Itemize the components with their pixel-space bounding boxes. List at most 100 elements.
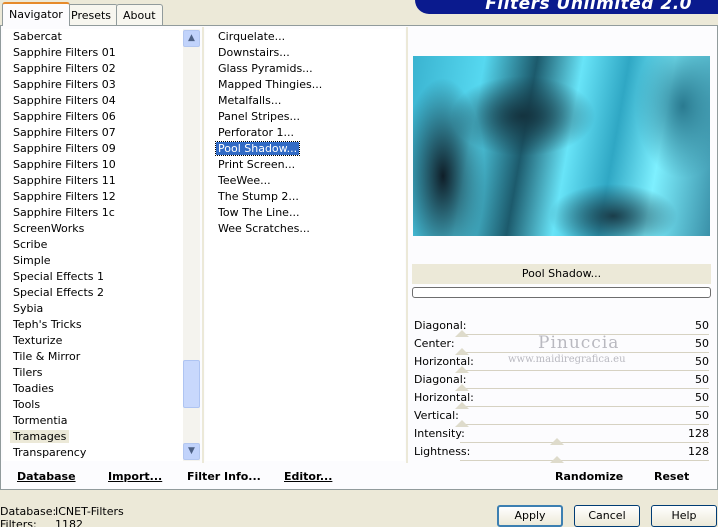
category-item-label: Special Effects 1 [13, 270, 105, 283]
category-item[interactable]: Sapphire Filters 10 [3, 157, 183, 173]
apply-button[interactable]: Apply [497, 505, 563, 527]
category-item[interactable]: Sapphire Filters 07 [3, 125, 183, 141]
slider-row[interactable]: Intensity: 128 [410, 426, 713, 445]
scroll-up-button[interactable]: ▲ [183, 30, 200, 47]
filter-item[interactable]: The Stump 2... [205, 189, 405, 205]
watermark-name: Pinuccia [538, 333, 620, 353]
database-button[interactable]: Database [17, 470, 76, 483]
category-item[interactable]: Sapphire Filters 01 [3, 45, 183, 61]
filter-item[interactable]: Print Screen... [205, 157, 405, 173]
slider-track[interactable] [460, 424, 709, 425]
category-item-label: Transparency [13, 446, 87, 459]
category-item[interactable]: Sapphire Filters 04 [3, 93, 183, 109]
category-item-label: Teph's Tricks [13, 318, 82, 331]
filter-item-label: The Stump 2... [218, 190, 299, 203]
editor-button[interactable]: Editor... [284, 470, 332, 483]
category-item[interactable]: Sapphire Filters 06 [3, 109, 183, 125]
preview-filter-name: Pool Shadow... [412, 264, 711, 284]
category-scrollbar[interactable]: ▲ ▼ [183, 29, 200, 461]
category-item[interactable]: Sapphire Filters 12 [3, 189, 183, 205]
filter-item-label: Downstairs... [218, 46, 290, 59]
category-item[interactable]: Tilers [3, 365, 183, 381]
filter-item[interactable]: Panel Stripes... [205, 109, 405, 125]
slider-row[interactable]: Vertical: 50 [410, 408, 713, 427]
filter-item[interactable]: Metalfalls... [205, 93, 405, 109]
category-item[interactable]: Sapphire Filters 09 [3, 141, 183, 157]
filter-item[interactable]: Mapped Thingies... [205, 77, 405, 93]
database-value: ICNET-Filters [55, 505, 124, 518]
category-item[interactable]: Teph's Tricks [3, 317, 183, 333]
database-label: Database: [0, 505, 57, 518]
filter-item[interactable]: Wee Scratches... [205, 221, 405, 237]
category-item[interactable]: Tile & Mirror [3, 349, 183, 365]
category-item[interactable]: Tramages [3, 429, 183, 445]
reset-button[interactable]: Reset [654, 470, 689, 483]
slider-value: 50 [695, 391, 709, 404]
category-item[interactable]: Scribe [3, 237, 183, 253]
filter-item[interactable]: Downstairs... [205, 45, 405, 61]
slider-track[interactable] [460, 406, 709, 407]
tab-about[interactable]: About [116, 4, 163, 25]
watermark-url: www.maidiregrafica.eu [508, 354, 626, 365]
slider-track[interactable] [460, 388, 709, 389]
category-item[interactable]: ScreenWorks [3, 221, 183, 237]
category-item-label: ScreenWorks [13, 222, 85, 235]
slider-row[interactable]: Horizontal: 50 [410, 390, 713, 409]
slider-thumb[interactable] [550, 456, 565, 463]
filter-item-label: Cirquelate... [218, 30, 286, 43]
slider-value: 50 [695, 373, 709, 386]
category-item[interactable]: Toadies [3, 381, 183, 397]
category-item-label: Sapphire Filters 12 [13, 190, 116, 203]
category-item[interactable]: Simple [3, 253, 183, 269]
filter-item-label: Wee Scratches... [218, 222, 310, 235]
filter-item[interactable]: Tow The Line... [205, 205, 405, 221]
category-item[interactable]: Sapphire Filters 03 [3, 77, 183, 93]
tab-navigator[interactable]: Navigator [2, 2, 70, 26]
category-item-label: Sapphire Filters 03 [13, 78, 116, 91]
filter-item-label: Mapped Thingies... [218, 78, 323, 91]
filter-item-label: Tow The Line... [218, 206, 300, 219]
category-item[interactable]: Sapphire Filters 1c [3, 205, 183, 221]
category-item[interactable]: Transparency [3, 445, 183, 461]
category-item[interactable]: Special Effects 1 [3, 269, 183, 285]
category-list[interactable]: Sabercat Sapphire Filters 01 Sapphire Filt… [3, 29, 183, 461]
filter-item-label: Perforator 1... [218, 126, 294, 139]
category-item-label: Scribe [13, 238, 48, 251]
slider-row[interactable]: Diagonal: 50 [410, 372, 713, 391]
slider-track[interactable] [460, 442, 709, 443]
app-title: Filters Unlimited 2.0 [485, 0, 692, 14]
category-item[interactable]: Sapphire Filters 11 [3, 173, 183, 189]
filter-item[interactable]: Cirquelate... [205, 29, 405, 45]
category-item-label: Sapphire Filters 01 [13, 46, 116, 59]
filter-info-button[interactable]: Filter Info... [187, 470, 261, 483]
divider [202, 27, 204, 463]
import-button[interactable]: Import... [108, 470, 162, 483]
slider-value: 50 [695, 355, 709, 368]
category-item[interactable]: Texturize [3, 333, 183, 349]
slider-value: 50 [695, 409, 709, 422]
tab-presets[interactable]: Presets [64, 4, 119, 25]
filter-list[interactable]: Cirquelate... Downstairs... Glass Pyramids… [205, 29, 405, 461]
category-item[interactable]: Sabercat [3, 29, 183, 45]
filter-item[interactable]: Pool Shadow... [205, 141, 405, 157]
slider-track[interactable] [460, 370, 709, 371]
cancel-button[interactable]: Cancel [574, 505, 640, 527]
slider-track[interactable] [460, 460, 709, 461]
slider-label: Lightness: [414, 445, 471, 458]
scroll-thumb[interactable] [183, 360, 200, 408]
category-item[interactable]: Special Effects 2 [3, 285, 183, 301]
help-button[interactable]: Help [651, 505, 717, 527]
filter-item[interactable]: TeeWee... [205, 173, 405, 189]
category-item[interactable]: Sybia [3, 301, 183, 317]
filter-item[interactable]: Glass Pyramids... [205, 61, 405, 77]
category-item-label: Sapphire Filters 1c [13, 206, 115, 219]
filter-item[interactable]: Perforator 1... [205, 125, 405, 141]
category-item[interactable]: Tools [3, 397, 183, 413]
slider-row[interactable]: Lightness: 128 [410, 444, 713, 463]
randomize-button[interactable]: Randomize [555, 470, 623, 483]
category-item-label: Sybia [13, 302, 44, 315]
slider-label: Intensity: [414, 427, 465, 440]
category-item[interactable]: Sapphire Filters 02 [3, 61, 183, 77]
scroll-down-button[interactable]: ▼ [183, 443, 200, 460]
category-item[interactable]: Tormentia [3, 413, 183, 429]
